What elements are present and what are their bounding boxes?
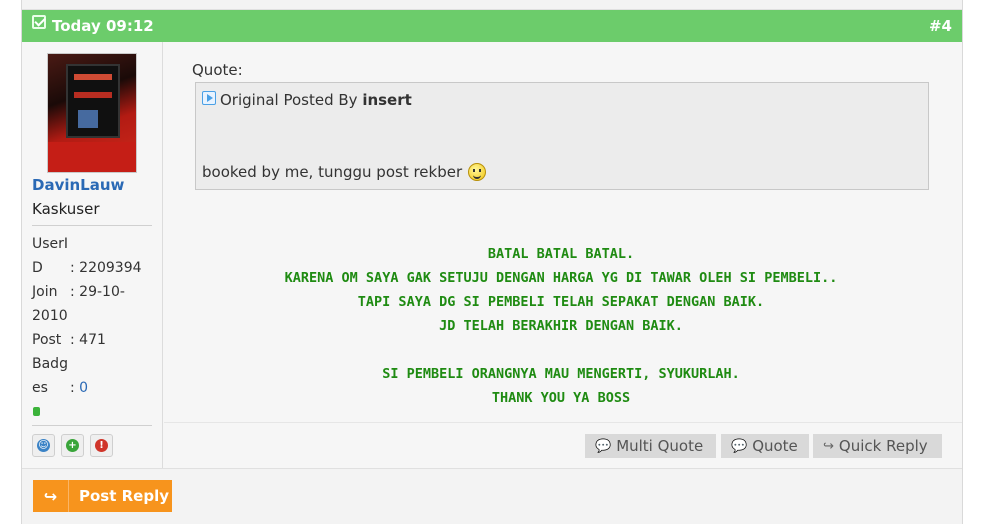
post-actions: 💬 Multi Quote 💬 Quote ↪ Quick Reply (164, 422, 962, 468)
post-content: Quote: Original Posted By insert booked … (164, 42, 962, 422)
bottom-bar: ↪ Post Reply (22, 468, 962, 524)
post-header: Today 09:12 #4 (22, 10, 962, 42)
quote-author: insert (362, 91, 412, 109)
quote-box: Original Posted By insert booked by me, … (195, 82, 929, 190)
online-status-icon (33, 407, 40, 416)
divider (32, 425, 152, 426)
profile-button[interactable]: ☺ (32, 434, 55, 457)
report-icon: ! (95, 439, 108, 452)
message-line (164, 338, 958, 362)
avatar[interactable] (47, 53, 137, 173)
quote-author-line: Original Posted By insert (220, 91, 412, 109)
message-line: TAPI SAYA DG SI PEMBELI TELAH SEPAKAT DE… (357, 294, 765, 310)
report-button[interactable]: ! (90, 434, 113, 457)
post-message: BATAL BATAL BATAL. KARENA OM SAYA GAK SE… (164, 242, 958, 410)
message-line: THANK YOU YA BOSS (491, 390, 631, 406)
post-number-link[interactable]: #4 (929, 17, 952, 35)
quote-button[interactable]: 💬 Quote (721, 434, 809, 458)
reply-arrow-icon: ↪ (33, 480, 69, 512)
quote-text: booked by me, tunggu post rekber (202, 163, 487, 181)
comment-icon: 💬 (731, 438, 748, 454)
message-line: KARENA OM SAYA GAK SETUJU DENGAN HARGA Y… (284, 270, 838, 286)
post-reply-button[interactable]: ↪ Post Reply (33, 480, 172, 512)
username-link[interactable]: DavinLauw (32, 176, 124, 194)
stat-row: es: 0 (32, 380, 89, 396)
user-stats: UserI D: 2209394 Join: 29-10- 2010 Post:… (32, 232, 157, 400)
quick-reply-button[interactable]: ↪ Quick Reply (813, 434, 942, 458)
post-date: Today 09:12 (52, 17, 154, 35)
comments-icon: 💬 (595, 438, 612, 454)
quote-label: Quote: (192, 61, 243, 79)
divider (32, 225, 152, 226)
top-separator (22, 0, 962, 10)
message-line: SI PEMBELI ORANGNYA MAU MENGERTI, SYUKUR… (382, 366, 740, 382)
reply-arrow-icon: ↪ (823, 438, 834, 454)
profile-icon: ☺ (37, 439, 50, 452)
message-line: BATAL BATAL BATAL. (487, 246, 635, 262)
view-post-arrow-icon[interactable] (202, 91, 216, 105)
stat-row: 2010 (32, 308, 68, 324)
add-reputation-button[interactable]: + (61, 434, 84, 457)
multi-quote-button[interactable]: 💬 Multi Quote (585, 434, 716, 458)
stat-row: Join: 29-10- (32, 284, 125, 300)
message-line: JD TELAH BERAKHIR DENGAN BAIK. (439, 318, 683, 334)
checkbox-icon (32, 15, 46, 29)
stat-row: D: 2209394 (32, 260, 142, 276)
user-sidebar: DavinLauw Kaskuser UserI D: 2209394 Join… (22, 42, 163, 468)
stat-row: Post: 471 (32, 332, 106, 348)
stat-row: UserI (32, 236, 69, 252)
smiley-icon (468, 163, 487, 181)
add-reputation-icon: + (66, 439, 79, 452)
badges-link[interactable]: 0 (79, 380, 88, 396)
user-title: Kaskuser (32, 200, 100, 218)
stat-row: Badg (32, 356, 68, 372)
